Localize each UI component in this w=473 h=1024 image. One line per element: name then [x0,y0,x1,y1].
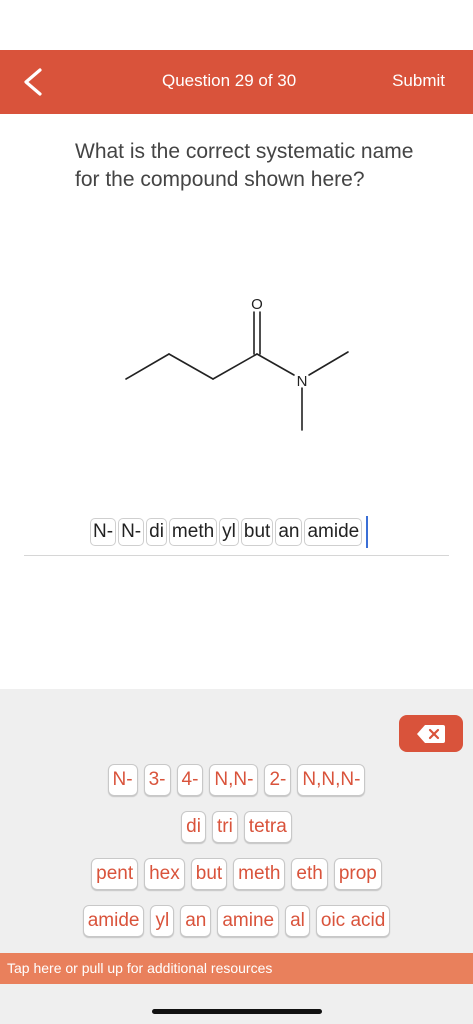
answer-token[interactable]: an [275,518,303,546]
key-amine[interactable]: amine [217,905,280,937]
oxygen-atom-label: O [251,296,263,313]
key-oic-acid[interactable]: oic acid [315,905,391,937]
bond-n-methyl1 [308,351,349,376]
key-eth[interactable]: eth [291,858,328,890]
key-hex[interactable]: hex [144,858,185,890]
key-row-multipliers: di tri tetra [0,811,473,843]
bond-c1-c2 [125,353,170,380]
key-tri[interactable]: tri [211,811,238,843]
key-2-locant[interactable]: 2- [264,764,292,796]
nitrogen-atom-label: N [297,373,308,390]
key-prop[interactable]: prop [333,858,382,890]
key-yl[interactable]: yl [150,905,175,937]
key-amide[interactable]: amide [82,905,145,937]
key-row-roots: pent hex but meth eth prop [0,858,473,890]
key-row-prefixes: N- 3- 4- N,N- 2- N,N,N- [0,764,473,796]
home-indicator[interactable] [152,1009,322,1014]
key-n-prefix[interactable]: N- [107,764,138,796]
answer-token[interactable]: N- [118,518,145,546]
header-bar: Question 29 of 30 Submit [0,50,473,114]
key-4-locant[interactable]: 4- [176,764,204,796]
bond-c2-c3 [168,353,214,380]
answer-token[interactable]: meth [168,518,218,546]
bond-c4-n [256,353,295,376]
answer-token[interactable]: amide [304,518,363,546]
question-counter: Question 29 of 30 [162,71,297,90]
bond-c3-c4 [212,353,258,380]
submit-button[interactable]: Submit [392,71,445,91]
key-nnn-prefix[interactable]: N,N,N- [297,764,366,796]
question-text: What is the correct systematic name for … [75,140,414,191]
token-keyboard: N- 3- 4- N,N- 2- N,N,N- di tri tetra pen… [0,689,473,1024]
back-arrow-icon[interactable] [18,66,46,98]
delete-key[interactable] [399,715,463,752]
key-nn-prefix[interactable]: N,N- [209,764,259,796]
key-but[interactable]: but [190,858,228,890]
compound-structure: O N [125,296,349,431]
answer-token[interactable]: but [240,518,274,546]
answer-token[interactable]: di [146,518,167,546]
key-al[interactable]: al [285,905,310,937]
answer-underline [24,555,449,556]
additional-resources-bar[interactable]: Tap here or pull up for additional resou… [0,953,473,984]
answer-token[interactable]: yl [219,518,239,546]
key-3-locant[interactable]: 3- [143,764,171,796]
text-cursor [366,516,369,548]
key-pent[interactable]: pent [91,858,139,890]
key-di[interactable]: di [181,811,206,843]
key-tetra[interactable]: tetra [243,811,292,843]
answer-token[interactable]: N- [90,518,117,546]
key-row-suffixes: amide yl an amine al oic acid [0,905,473,937]
key-an[interactable]: an [180,905,212,937]
key-meth[interactable]: meth [233,858,286,890]
answer-field[interactable]: N- N- di meth yl but an amide [90,516,369,548]
backspace-icon [417,724,445,743]
